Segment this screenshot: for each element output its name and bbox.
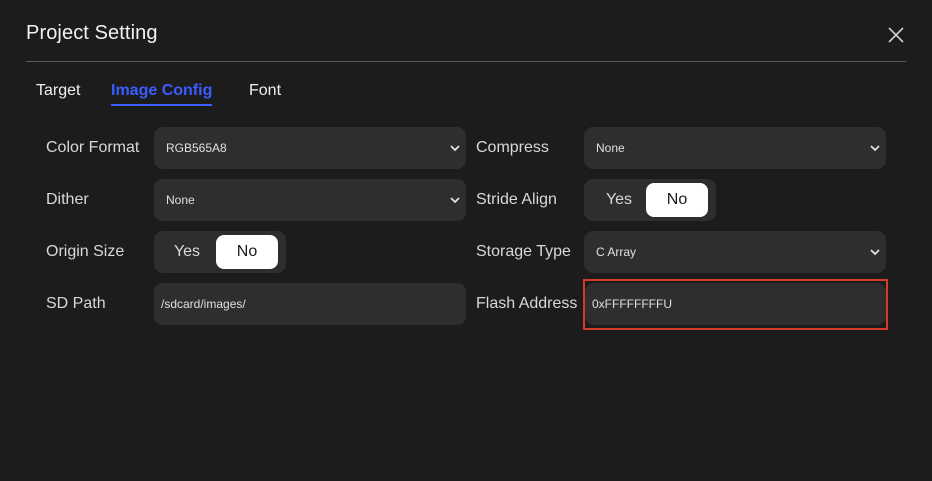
chevron-down-icon	[870, 249, 880, 256]
origin-size-toggle[interactable]: Yes No	[154, 231, 286, 273]
sd-path-input[interactable]: /sdcard/images/	[154, 283, 466, 325]
stride-align-no-option[interactable]: No	[646, 183, 708, 217]
origin-size-yes-option[interactable]: Yes	[156, 235, 218, 269]
storage-type-select[interactable]: C Array	[584, 231, 886, 273]
tab-font[interactable]: Font	[249, 82, 281, 104]
sd-path-value: /sdcard/images/	[161, 297, 246, 311]
dialog-title: Project Setting	[26, 22, 158, 44]
dither-label: Dither	[46, 191, 89, 208]
tab-image-config[interactable]: Image Config	[111, 82, 213, 106]
close-icon-graphic	[888, 27, 904, 43]
flash-address-input[interactable]: 0xFFFFFFFFU	[585, 283, 886, 325]
color-format-select[interactable]: RGB565A8	[154, 127, 466, 169]
compress-select[interactable]: None	[584, 127, 886, 169]
compress-value: None	[596, 141, 625, 155]
storage-type-label: Storage Type	[476, 243, 571, 260]
stride-align-yes-option[interactable]: Yes	[588, 183, 650, 217]
color-format-value: RGB565A8	[166, 141, 227, 155]
stride-align-label: Stride Align	[476, 191, 557, 208]
flash-address-label: Flash Address	[476, 295, 578, 312]
close-icon[interactable]	[884, 23, 908, 47]
chevron-down-icon	[450, 197, 460, 204]
color-format-label: Color Format	[46, 139, 140, 156]
title-divider	[26, 61, 906, 62]
compress-label: Compress	[476, 139, 549, 156]
flash-address-value: 0xFFFFFFFFU	[592, 297, 672, 311]
chevron-down-icon	[870, 145, 880, 152]
storage-type-value: C Array	[596, 245, 637, 259]
dither-value: None	[166, 193, 195, 207]
origin-size-no-option[interactable]: No	[216, 235, 278, 269]
origin-size-label: Origin Size	[46, 243, 125, 260]
tab-target[interactable]: Target	[36, 82, 80, 104]
stride-align-toggle[interactable]: Yes No	[584, 179, 716, 221]
sd-path-label: SD Path	[46, 295, 106, 312]
chevron-down-icon	[450, 145, 460, 152]
dither-select[interactable]: None	[154, 179, 466, 221]
